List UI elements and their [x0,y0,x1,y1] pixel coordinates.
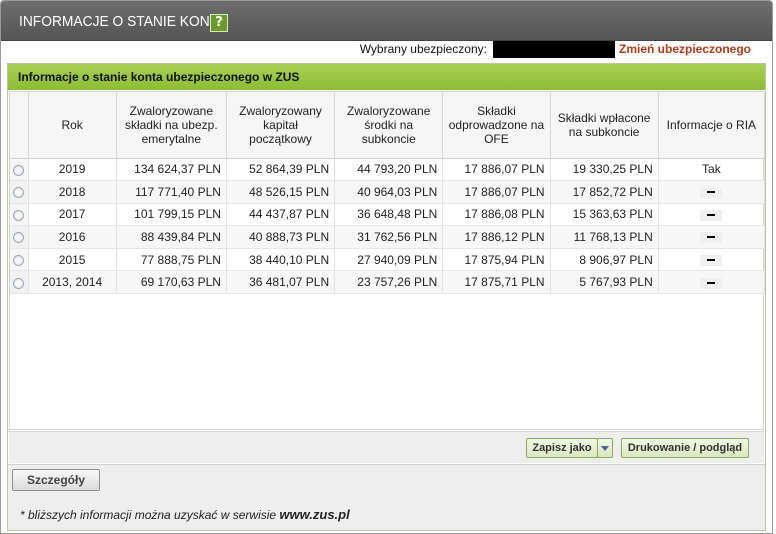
cell-subaccount: 27 940,09 PLN [334,248,444,272]
cell-ofe: 17 886,07 PLN [442,180,551,204]
panel-title: Informacje o stanie konta ubezpieczonego… [18,70,300,84]
table-header-row: Rok Zwaloryzowane składki na ubezp. emer… [10,92,766,159]
cell-paid: 5 767,93 PLN [550,270,659,295]
cell-ofe: 17 886,07 PLN [442,158,551,182]
cell-subaccount: 40 964,03 PLN [334,180,444,204]
cell-ria [658,180,766,204]
help-icon[interactable]: ? [210,14,228,32]
cell-ria [658,248,766,272]
radio-icon[interactable] [13,164,25,176]
panel-header: Informacje o stanie konta ubezpieczonego… [8,64,765,90]
cell-paid: 17 852,72 PLN [550,180,659,204]
details-button[interactable]: Szczegóły [12,469,100,491]
cell-initial-capital: 44 437,87 PLN [226,203,336,227]
row-select[interactable] [10,180,29,204]
account-panel: Informacje o stanie konta ubezpieczonego… [7,63,766,531]
radio-icon[interactable] [13,187,25,199]
column-header-contributions[interactable]: Zwaloryzowane składki na ubezp. emerytal… [116,92,227,159]
radio-column-header [10,92,29,159]
cell-ofe: 17 886,08 PLN [442,203,551,227]
account-table: Rok Zwaloryzowane składki na ubezp. emer… [9,91,766,430]
zus-site-link: www.zus.pl [279,507,350,522]
cell-ria [658,203,766,227]
radio-icon[interactable] [13,277,25,289]
radio-icon[interactable] [13,209,25,221]
cell-contributions: 117 771,40 PLN [116,180,227,204]
cell-paid: 8 906,97 PLN [550,248,659,272]
cell-paid: 11 768,13 PLN [550,225,659,249]
table-row[interactable]: 2013, 2014 69 170,63 PLN 36 481,07 PLN 2… [10,270,766,295]
grid-toolbar: Zapisz jako Drukowanie / podgląd [9,431,764,463]
insured-name-redacted [493,41,615,58]
row-select[interactable] [10,248,29,272]
cell-ofe: 17 875,71 PLN [442,270,551,295]
cell-subaccount: 31 762,56 PLN [334,225,444,249]
account-window: INFORMACJE O STANIE KONTA ? Wybrany ubez… [0,0,773,534]
cell-initial-capital: 52 864,39 PLN [226,158,336,182]
cell-ria [658,225,766,249]
dash-icon [700,209,723,221]
row-select[interactable] [10,270,29,295]
radio-icon[interactable] [13,232,25,244]
cell-contributions: 134 624,37 PLN [116,158,227,182]
cell-year: 2019 [28,158,117,182]
row-select[interactable] [10,225,29,249]
panel-footer: Szczegóły * bliższych informacji można u… [8,464,765,530]
save-as-button[interactable]: Zapisz jako [526,438,598,458]
cell-year: 2017 [28,203,117,227]
print-preview-button[interactable]: Drukowanie / podgląd [621,438,749,458]
cell-subaccount: 23 757,26 PLN [334,270,444,295]
radio-icon[interactable] [13,255,25,266]
change-insured-link[interactable]: Zmień ubezpieczonego [619,42,751,56]
chevron-down-icon[interactable] [597,438,613,458]
table-row[interactable]: 2017 101 799,15 PLN 44 437,87 PLN 36 648… [10,203,766,227]
insured-row: Wybrany ubezpieczony: Zmień ubezpieczone… [1,41,772,59]
row-select[interactable] [10,203,29,227]
row-select[interactable] [10,158,29,182]
cell-initial-capital: 38 440,10 PLN [226,248,336,272]
column-header-year[interactable]: Rok [28,92,117,159]
cell-subaccount: 44 793,20 PLN [334,158,444,182]
dash-icon [700,187,723,199]
cell-paid: 15 363,63 PLN [550,203,659,227]
cell-subaccount: 36 648,48 PLN [334,203,444,227]
cell-year: 2018 [28,180,117,204]
cell-ofe: 17 886,12 PLN [442,225,551,249]
column-header-subaccount[interactable]: Zwaloryzowane środki na subkoncie [334,92,444,159]
dash-icon [700,232,723,244]
cell-ofe: 17 875,94 PLN [442,248,551,272]
cell-ria: Tak [658,158,766,182]
column-header-paid[interactable]: Składki wpłacone na subkoncie [550,92,659,159]
title-bar: INFORMACJE O STANIE KONTA ? [1,1,772,41]
info-note: * bliższych informacji można uzyskać w s… [20,507,350,522]
insured-label: Wybrany ubezpieczony: [359,42,487,56]
column-header-ofe[interactable]: Składki odprowadzone na OFE [442,92,551,159]
cell-year: 2016 [28,225,117,249]
table-row[interactable]: 2018 117 771,40 PLN 48 526,15 PLN 40 964… [10,180,766,204]
cell-contributions: 69 170,63 PLN [116,270,227,295]
table-row[interactable]: 2015 77 888,75 PLN 38 440,10 PLN 27 940,… [10,248,766,272]
cell-initial-capital: 48 526,15 PLN [226,180,336,204]
cell-contributions: 88 439,84 PLN [116,225,227,249]
window-title: INFORMACJE O STANIE KONTA [19,13,227,30]
info-note-text: * bliższych informacji można uzyskać w s… [20,508,277,522]
column-header-initial-capital[interactable]: Zwaloryzowany kapitał początkowy [226,92,336,159]
cell-initial-capital: 36 481,07 PLN [226,270,336,295]
cell-paid: 19 330,25 PLN [550,158,659,182]
column-header-ria[interactable]: Informacje o RIA [658,92,766,159]
dash-icon [700,277,723,289]
cell-year: 2015 [28,248,117,272]
cell-ria [658,270,766,295]
table-row[interactable]: 2019 134 624,37 PLN 52 864,39 PLN 44 793… [10,158,766,182]
cell-contributions: 101 799,15 PLN [116,203,227,227]
table-row[interactable]: 2016 88 439,84 PLN 40 888,73 PLN 31 762,… [10,225,766,249]
dash-icon [700,255,723,266]
cell-initial-capital: 40 888,73 PLN [226,225,336,249]
cell-year: 2013, 2014 [28,270,117,295]
cell-contributions: 77 888,75 PLN [116,248,227,272]
